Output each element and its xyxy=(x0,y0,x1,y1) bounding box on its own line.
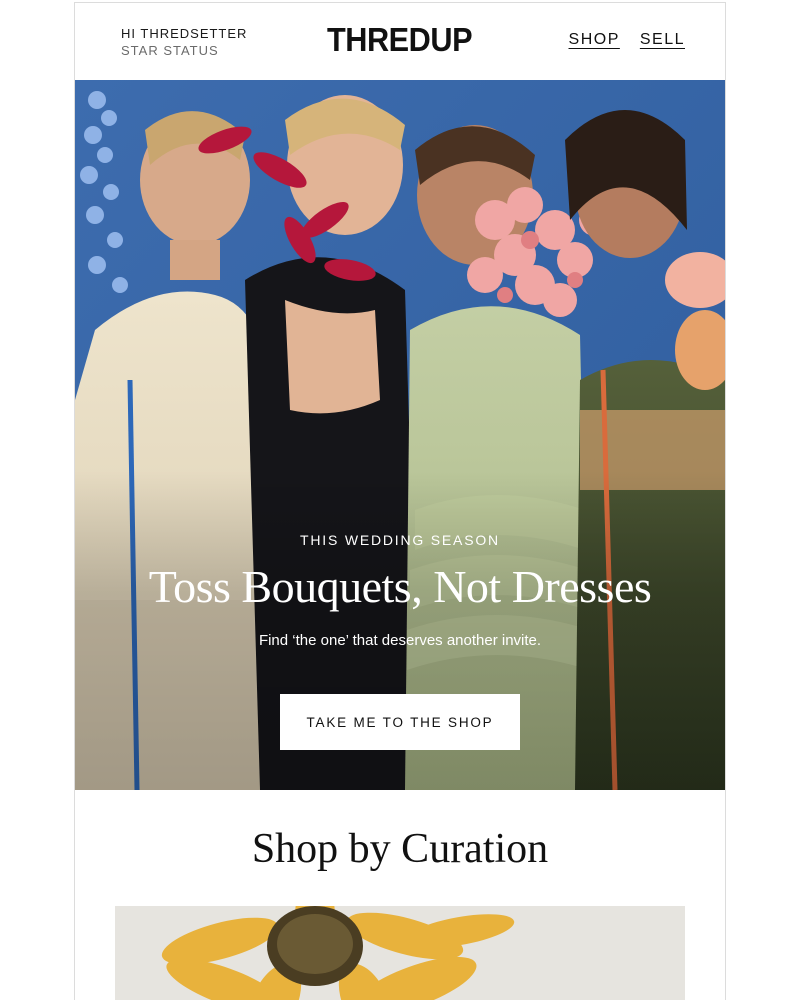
nav-sell-link[interactable]: SELL xyxy=(640,31,685,49)
hero-subline: Find ‘the one’ that deserves another inv… xyxy=(258,632,542,649)
member-greeting: HI THREDSETTER STAR STATUS xyxy=(121,25,247,59)
curation-image[interactable] xyxy=(115,906,685,1000)
greeting-text: HI THREDSETTER xyxy=(121,26,248,41)
hero-headline: Toss Bouquets, Not Dresses xyxy=(148,561,652,612)
shop-cta-button[interactable]: TAKE ME TO THE SHOP xyxy=(280,694,520,750)
member-status: STAR STATUS xyxy=(121,43,219,58)
hero-shade xyxy=(75,80,725,790)
header-nav: SHOP SELL xyxy=(569,31,685,49)
hero-banner[interactable]: THIS WEDDING SEASON Toss Bouquets, Not D… xyxy=(75,80,725,790)
email-container: HI THREDSETTER STAR STATUS THREDUP SHOP … xyxy=(74,2,726,1000)
nav-shop-link[interactable]: SHOP xyxy=(569,31,620,49)
brand-logo[interactable]: THREDUP xyxy=(327,21,473,59)
email-page: HI THREDSETTER STAR STATUS THREDUP SHOP … xyxy=(0,0,800,1000)
email-header: HI THREDSETTER STAR STATUS THREDUP SHOP … xyxy=(75,3,725,80)
sunflower-photo xyxy=(115,906,685,1000)
curation-heading: Shop by Curation xyxy=(251,826,549,872)
hero-eyebrow: THIS WEDDING SEASON xyxy=(300,532,500,548)
